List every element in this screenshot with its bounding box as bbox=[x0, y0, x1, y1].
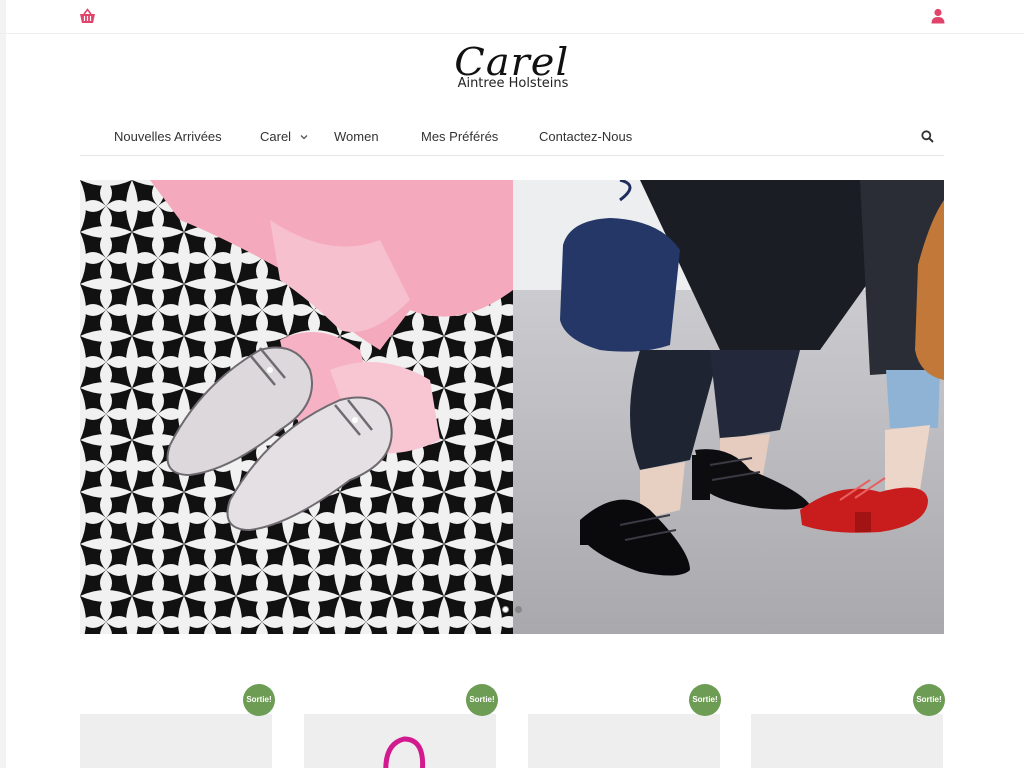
sale-badge: Sortie! bbox=[243, 684, 275, 716]
search-icon[interactable] bbox=[921, 130, 934, 143]
sale-badge: Sortie! bbox=[689, 684, 721, 716]
user-icon[interactable] bbox=[931, 8, 945, 24]
product-grid: Sortie! Sortie! Sortie! Sortie! bbox=[80, 684, 945, 768]
hero-image bbox=[80, 180, 944, 634]
slider-dot-1[interactable] bbox=[502, 606, 509, 613]
hero-slider[interactable] bbox=[80, 180, 944, 634]
basket-icon[interactable] bbox=[79, 8, 96, 24]
slider-dot-2[interactable] bbox=[515, 606, 522, 613]
nav-item-contactez-nous[interactable]: Contactez-Nous bbox=[539, 129, 632, 144]
sale-badge: Sortie! bbox=[466, 684, 498, 716]
nav-item-mes-preferes[interactable]: Mes Préférés bbox=[421, 129, 498, 144]
product-card[interactable] bbox=[751, 714, 943, 768]
product-card[interactable] bbox=[304, 714, 496, 768]
product-card[interactable] bbox=[528, 714, 720, 768]
main-nav: Nouvelles Arrivées Carel Women Mes Préfé… bbox=[80, 118, 944, 156]
sale-badge: Sortie! bbox=[913, 684, 945, 716]
nav-item-women[interactable]: Women bbox=[334, 129, 379, 144]
logo-script-text: Carel bbox=[454, 40, 570, 84]
site-logo[interactable]: Carel Aintree Holsteins bbox=[0, 42, 1024, 90]
page-left-edge bbox=[0, 0, 6, 768]
slider-dots bbox=[502, 606, 524, 614]
top-bar bbox=[0, 0, 1024, 34]
chevron-down-icon[interactable] bbox=[299, 129, 309, 140]
product-card[interactable] bbox=[80, 714, 272, 768]
nav-item-carel[interactable]: Carel bbox=[260, 129, 291, 144]
nav-item-nouvelles-arrivees[interactable]: Nouvelles Arrivées bbox=[114, 129, 222, 144]
product-image-handbag bbox=[383, 736, 426, 768]
